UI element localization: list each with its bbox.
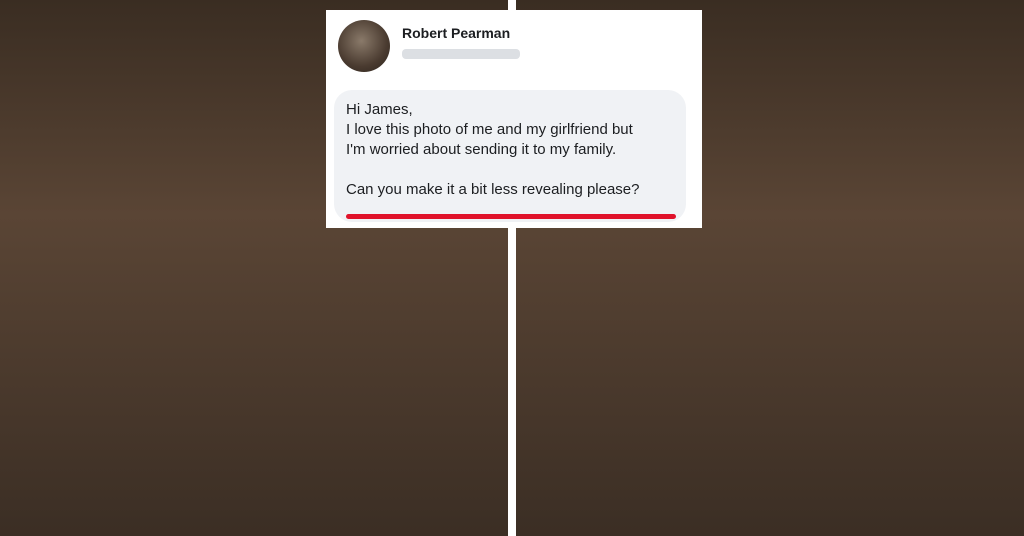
- sender-name[interactable]: Robert Pearman: [402, 25, 520, 41]
- message-bubble: Hi James, I love this photo of me and my…: [334, 90, 686, 222]
- message-card: Robert Pearman Hi James, I love this pho…: [326, 10, 702, 228]
- message-header: Robert Pearman: [338, 20, 690, 72]
- message-line: I'm worried about sending it to my famil…: [346, 141, 617, 158]
- message-line: I love this photo of me and my girlfrien…: [346, 121, 633, 138]
- message-line: Hi James,: [346, 101, 413, 118]
- line-spacer: [346, 160, 674, 180]
- highlight-underline: [346, 214, 676, 219]
- sender-info: Robert Pearman: [402, 20, 520, 59]
- redacted-subtitle: [402, 49, 520, 59]
- message-line-highlighted: Can you make it a bit less revealing ple…: [346, 181, 640, 198]
- avatar[interactable]: [338, 20, 390, 72]
